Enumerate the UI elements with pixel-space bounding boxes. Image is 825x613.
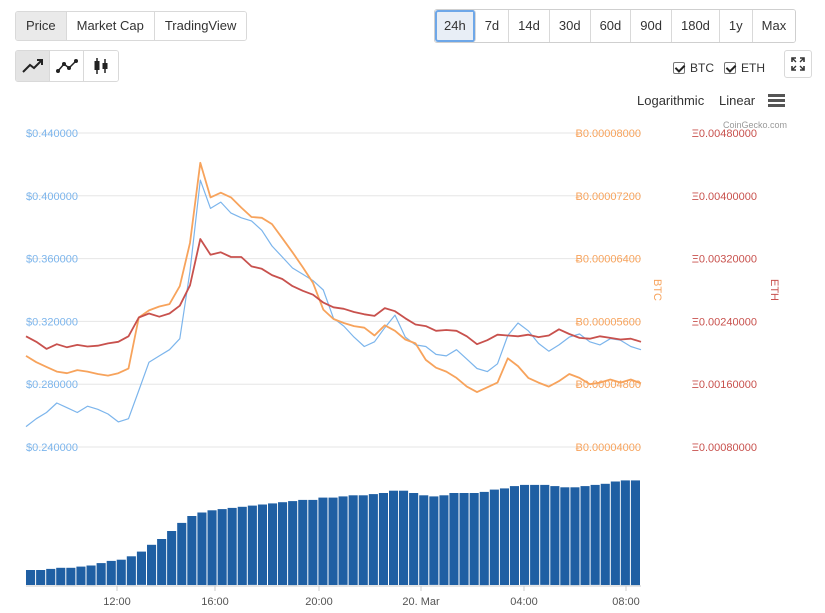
volume-bar: [157, 539, 167, 585]
volume-bar: [550, 486, 560, 585]
volume-bar: [429, 496, 439, 585]
btc-axis-tick: Ƀ0.00008000: [576, 128, 641, 140]
volume-bar: [399, 490, 409, 585]
volume-bar: [509, 486, 519, 585]
volume-bar: [247, 505, 257, 585]
volume-bar: [439, 495, 449, 585]
x-axis-tick-label: 12:00: [103, 596, 131, 608]
volume-bar: [358, 495, 368, 585]
volume-bar: [56, 567, 66, 586]
volume-bar: [318, 497, 328, 585]
volume-bar: [620, 480, 630, 586]
volume-bar: [469, 493, 479, 585]
volume-bar: [177, 522, 187, 585]
volume-bar: [520, 484, 530, 585]
btc-axis-title: BTC: [651, 279, 663, 301]
volume-bar: [36, 570, 46, 585]
volume-bar: [560, 487, 570, 586]
x-axis-tick-label: 08:00: [612, 596, 640, 608]
volume-bar: [540, 484, 550, 585]
eth-axis-title: ETH: [768, 279, 780, 301]
volume-bar: [106, 560, 116, 585]
volume-bar: [147, 544, 157, 586]
volume-bar: [570, 487, 580, 586]
volume-bar: [86, 565, 96, 586]
volume-bar: [207, 510, 217, 586]
volume-bar: [257, 504, 267, 585]
x-axis-tick-label: 20. Mar: [402, 596, 440, 608]
usd-series-line: [25, 179, 642, 428]
volume-bar: [590, 484, 600, 585]
volume-bar: [116, 559, 126, 585]
volume-bar: [167, 531, 177, 585]
volume-bar: [268, 503, 278, 585]
volume-bar: [46, 568, 56, 585]
volume-bar: [459, 493, 469, 585]
eth-axis-tick: Ξ0.00320000: [692, 254, 757, 266]
x-axis-tick-label: 20:00: [305, 596, 333, 608]
volume-bar: [389, 490, 399, 585]
volume-bar: [96, 563, 106, 585]
btc-axis-tick: Ƀ0.00004000: [576, 442, 641, 454]
volume-bar: [76, 566, 86, 585]
eth-axis-tick: Ξ0.00400000: [692, 191, 757, 203]
usd-axis-tick: $0.280000: [26, 379, 78, 391]
btc-axis-tick: Ƀ0.00006400: [576, 254, 641, 266]
volume-bar: [348, 495, 358, 585]
volume-bar: [197, 512, 207, 585]
eth-axis-tick: Ξ0.00080000: [692, 442, 757, 454]
price-chart: CoinGecko.com$0.440000$0.400000$0.360000…: [25, 120, 787, 608]
eth-series-line: [25, 238, 642, 350]
eth-axis-tick: Ξ0.00480000: [692, 128, 757, 140]
volume-bar: [278, 502, 288, 585]
volume-bar: [288, 501, 298, 586]
volume-bar: [600, 483, 610, 585]
volume-bar: [237, 506, 247, 585]
volume-bar: [419, 495, 429, 585]
usd-axis-tick: $0.320000: [26, 316, 78, 328]
volume-bar: [580, 486, 590, 585]
volume-bar: [610, 481, 620, 585]
x-axis-tick-label: 04:00: [510, 596, 538, 608]
volume-bar: [187, 516, 197, 585]
volume-bar: [489, 489, 499, 585]
volume-bar: [530, 484, 540, 585]
eth-axis-tick: Ξ0.00240000: [692, 316, 757, 328]
volume-bar: [499, 488, 509, 585]
usd-axis-tick: $0.240000: [26, 442, 78, 454]
volume-bar: [328, 497, 338, 585]
btc-series-line: [25, 161, 642, 394]
volume-bar: [368, 494, 378, 585]
volume-bar: [217, 509, 227, 585]
volume-bar: [227, 507, 237, 585]
volume-bar: [338, 496, 348, 585]
volume-bar: [126, 556, 136, 586]
volume-bar: [449, 493, 459, 585]
volume-bar: [308, 499, 318, 585]
eth-axis-tick: Ξ0.00160000: [692, 379, 757, 391]
btc-axis-tick: Ƀ0.00005600: [576, 316, 641, 328]
volume-bar: [298, 499, 308, 585]
usd-axis-tick: $0.440000: [26, 128, 78, 140]
volume-bar: [136, 551, 146, 585]
volume-bar: [409, 493, 419, 585]
btc-axis-tick: Ƀ0.00007200: [576, 191, 641, 203]
volume-bar: [479, 491, 489, 586]
volume-bar: [66, 567, 76, 586]
volume-bar: [26, 570, 36, 585]
volume-bar: [378, 493, 388, 585]
usd-axis-tick: $0.400000: [26, 191, 78, 203]
x-axis-tick-label: 16:00: [201, 596, 229, 608]
volume-bar: [630, 480, 640, 586]
usd-axis-tick: $0.360000: [26, 254, 78, 266]
